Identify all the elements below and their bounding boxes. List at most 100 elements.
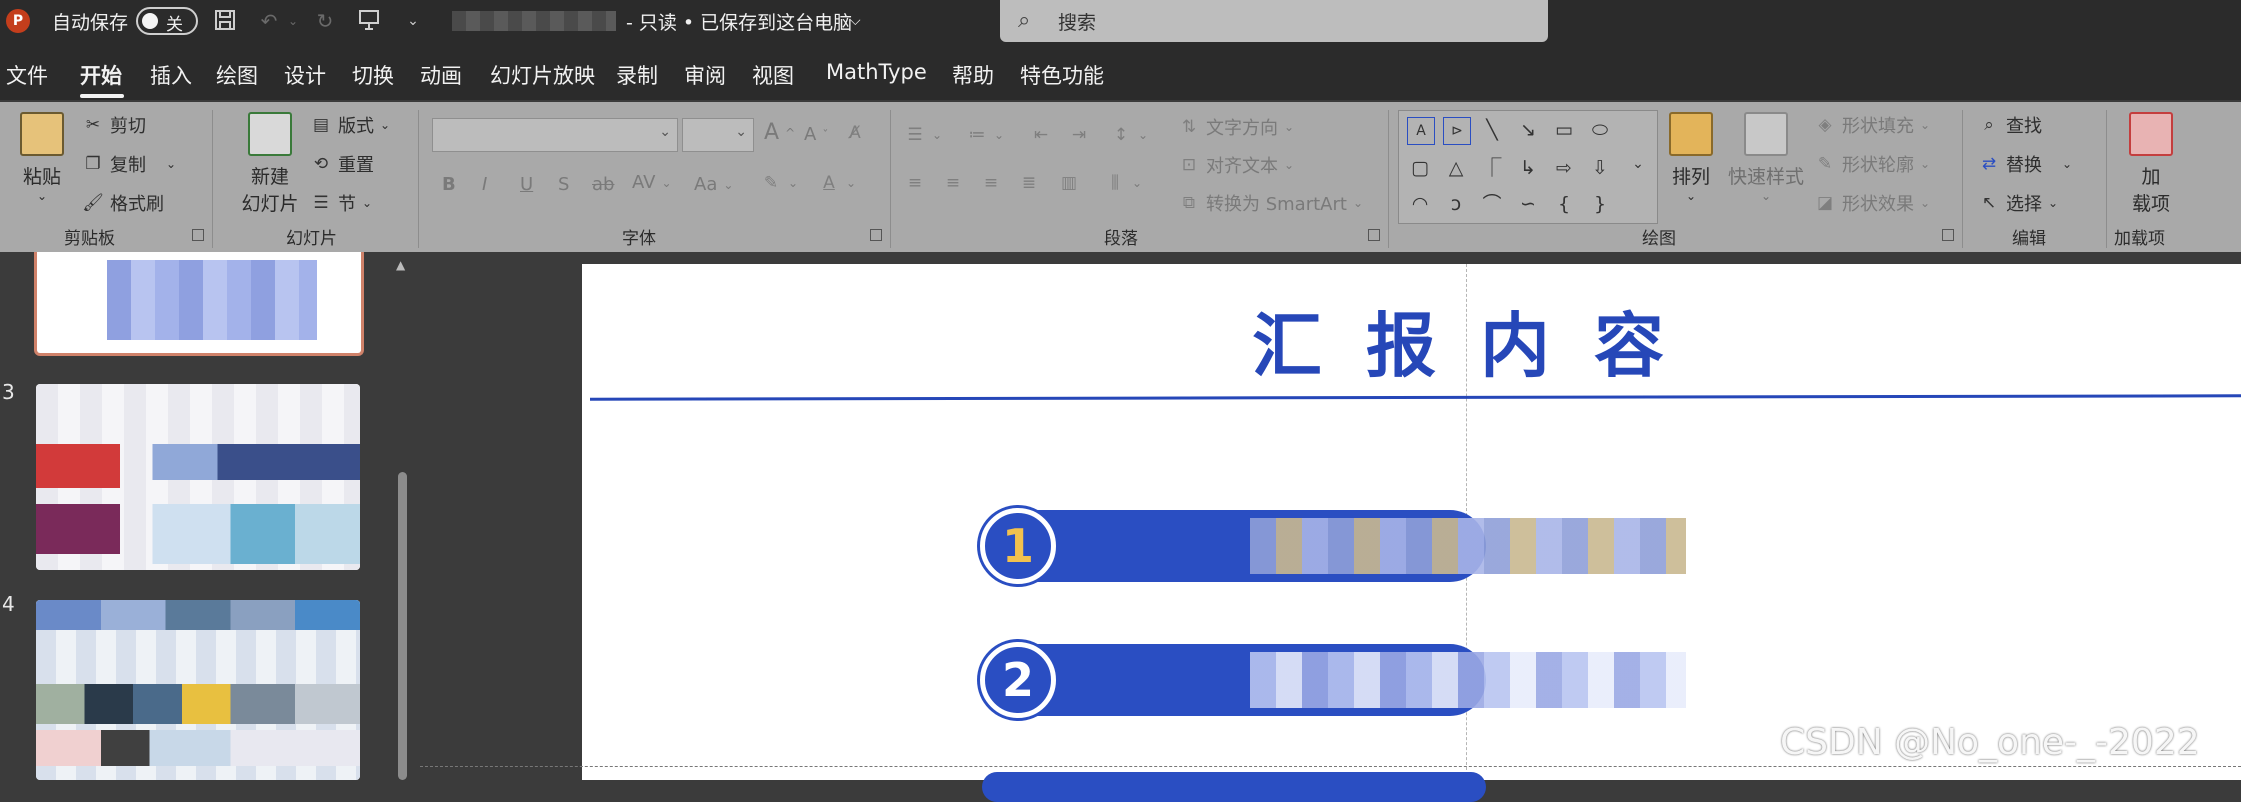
select-button[interactable]: ↖ 选择 ⌄ [1978,190,2058,216]
paste-button[interactable]: 粘贴 ⌄ [14,112,70,203]
rounded-rectangle-icon[interactable]: ▢ [1407,155,1433,181]
text-direction-button[interactable]: ⇅ 文字方向 ⌄ [1178,114,1294,140]
tab-mathtype[interactable]: MathType [826,60,927,84]
vertical-textbox-icon[interactable]: ⊳ [1443,117,1471,145]
layout-button[interactable]: ▤ 版式 ⌄ [310,112,390,138]
slide-thumbnail-selected[interactable] [34,252,364,356]
shapes-gallery[interactable]: A ⊳ ╲ ↘ ▭ ⬭ ▢ △ ⎾ ↳ ⇨ ⇩ ◠ ↄ ⌒ ∽ { } ⌄ [1398,110,1658,224]
left-brace-icon[interactable]: { [1551,191,1577,217]
scribble-icon[interactable]: ↄ [1443,191,1469,217]
decrease-indent-button[interactable]: ⇤ [1030,124,1052,146]
strikethrough-button[interactable]: ab [592,174,614,195]
status-chevron-icon[interactable]: ⌵ [850,0,861,42]
numbering-button[interactable]: ≔ ⌄ [966,124,1005,146]
shape-outline-button[interactable]: ✎ 形状轮廓 ⌄ [1814,151,1930,177]
justify-button[interactable]: ≣ [1018,172,1040,194]
search-box[interactable]: ⌕ 搜索 [1000,0,1548,42]
tab-review[interactable]: 审阅 [684,60,726,90]
tab-slideshow[interactable]: 幻灯片放映 [490,60,595,90]
font-size-combo[interactable]: ⌄ [682,118,754,152]
autosave-toggle[interactable]: 关 [136,7,198,35]
columns-button[interactable]: ⫼ ⌄ [1104,172,1142,194]
change-case-button[interactable]: Aa ⌄ [694,174,733,195]
font-dialog-launcher-icon[interactable] [870,229,882,241]
convert-smartart-button[interactable]: ⧉ 转换为 SmartArt ⌄ [1178,190,1363,216]
line-spacing-button[interactable]: ↕ ⌄ [1110,124,1148,146]
font-color-button[interactable]: A ⌄ [818,172,856,194]
copy-button[interactable]: ❐ 复制 ⌄ [82,151,176,177]
arrow-line-icon[interactable]: ↘ [1515,117,1541,143]
font-family-combo[interactable]: ⌄ [432,118,678,152]
clipboard-dialog-launcher-icon[interactable] [192,229,204,241]
undo-icon[interactable]: ↶ [256,8,282,34]
tab-special-features[interactable]: 特色功能 [1020,60,1104,90]
redo-icon[interactable]: ↻ [312,8,338,34]
thumbnail-scrollbar[interactable]: ▲ [396,258,410,780]
undo-dropdown-icon[interactable]: ⌄ [280,8,306,34]
shape-fill-button[interactable]: ◈ 形状填充 ⌄ [1814,112,1930,138]
textbox-icon[interactable]: A [1407,117,1435,145]
agenda-item-bar-partial[interactable] [982,772,1486,802]
right-brace-icon[interactable]: } [1587,191,1613,217]
down-arrow-icon[interactable]: ⇩ [1587,155,1613,181]
line-icon[interactable]: ╲ [1479,117,1505,143]
align-right-button[interactable]: ≡ [980,172,1002,194]
shapes-more-icon[interactable]: ⌄ [1625,151,1651,177]
cut-button[interactable]: ✂ 剪切 [82,112,146,138]
highlight-button[interactable]: ✎ ⌄ [760,172,798,194]
italic-button[interactable]: I [482,174,487,195]
freeform-icon[interactable]: ◠ [1407,191,1433,217]
slide-thumbnail[interactable] [36,384,360,570]
elbow-arrow-connector-icon[interactable]: ↳ [1515,155,1541,181]
arc-icon[interactable]: ⌒ [1479,191,1505,217]
replace-button[interactable]: ⇄ 替换 ⌄ [1978,151,2072,177]
bold-button[interactable]: B [442,174,456,195]
curve-icon[interactable]: ∽ [1515,191,1541,217]
paragraph-dialog-launcher-icon[interactable] [1368,229,1380,241]
clear-format-button[interactable]: A̸ [844,122,866,144]
tab-transitions[interactable]: 切换 [352,60,394,90]
shape-effects-button[interactable]: ◪ 形状效果 ⌄ [1814,190,1930,216]
tab-animations[interactable]: 动画 [420,60,462,90]
grow-font-button[interactable]: A ^ [764,120,795,145]
customize-toolbar-icon[interactable]: ⌄ [400,8,426,34]
shrink-font-button[interactable]: Aˇ [804,124,828,145]
tab-insert[interactable]: 插入 [150,60,192,90]
tab-design[interactable]: 设计 [284,60,326,90]
distributed-button[interactable]: ▥ [1058,172,1080,194]
present-from-start-icon[interactable] [356,8,382,34]
scroll-up-icon[interactable]: ▲ [396,258,405,272]
bullets-button[interactable]: ☰ ⌄ [904,124,942,146]
align-center-button[interactable]: ≡ [942,172,964,194]
oval-icon[interactable]: ⬭ [1587,117,1613,143]
drawing-dialog-launcher-icon[interactable] [1942,229,1954,241]
align-left-button[interactable]: ≡ [904,172,926,194]
tab-view[interactable]: 视图 [752,60,794,90]
elbow-connector-icon[interactable]: ⎾ [1479,155,1505,181]
rectangle-icon[interactable]: ▭ [1551,117,1577,143]
right-arrow-icon[interactable]: ⇨ [1551,155,1577,181]
tab-draw[interactable]: 绘图 [216,60,258,90]
new-slide-button[interactable]: 新建 幻灯片 [230,112,310,216]
find-button[interactable]: ⌕ 查找 [1978,112,2042,138]
section-button[interactable]: ☰ 节 ⌄ [310,190,372,216]
addins-button[interactable]: 加 载项 [2120,112,2182,216]
tab-help[interactable]: 帮助 [952,60,994,90]
reset-button[interactable]: ⟲ 重置 [310,151,374,177]
tab-record[interactable]: 录制 [616,60,658,90]
arrange-button[interactable]: 排列 ⌄ [1664,112,1718,203]
underline-button[interactable]: U [520,174,533,195]
increase-indent-button[interactable]: ⇥ [1068,124,1090,146]
slide-title[interactable]: 汇报内容 [582,290,2241,391]
format-painter-button[interactable]: 🖌 格式刷 [82,190,164,216]
char-spacing-button[interactable]: AV ⌄ [632,172,672,193]
quick-styles-button[interactable]: 快速样式 ⌄ [1726,112,1806,203]
triangle-icon[interactable]: △ [1443,155,1469,181]
scrollbar-thumb[interactable] [398,472,407,780]
tab-home[interactable]: 开始 [80,60,122,90]
align-text-button[interactable]: ⊡ 对齐文本 ⌄ [1178,152,1294,178]
shadow-button[interactable]: S [558,174,569,195]
slide-canvas[interactable]: 汇报内容 1 2 [582,264,2241,802]
tab-file[interactable]: 文件 [6,60,48,90]
slide-thumbnail[interactable] [36,600,360,780]
